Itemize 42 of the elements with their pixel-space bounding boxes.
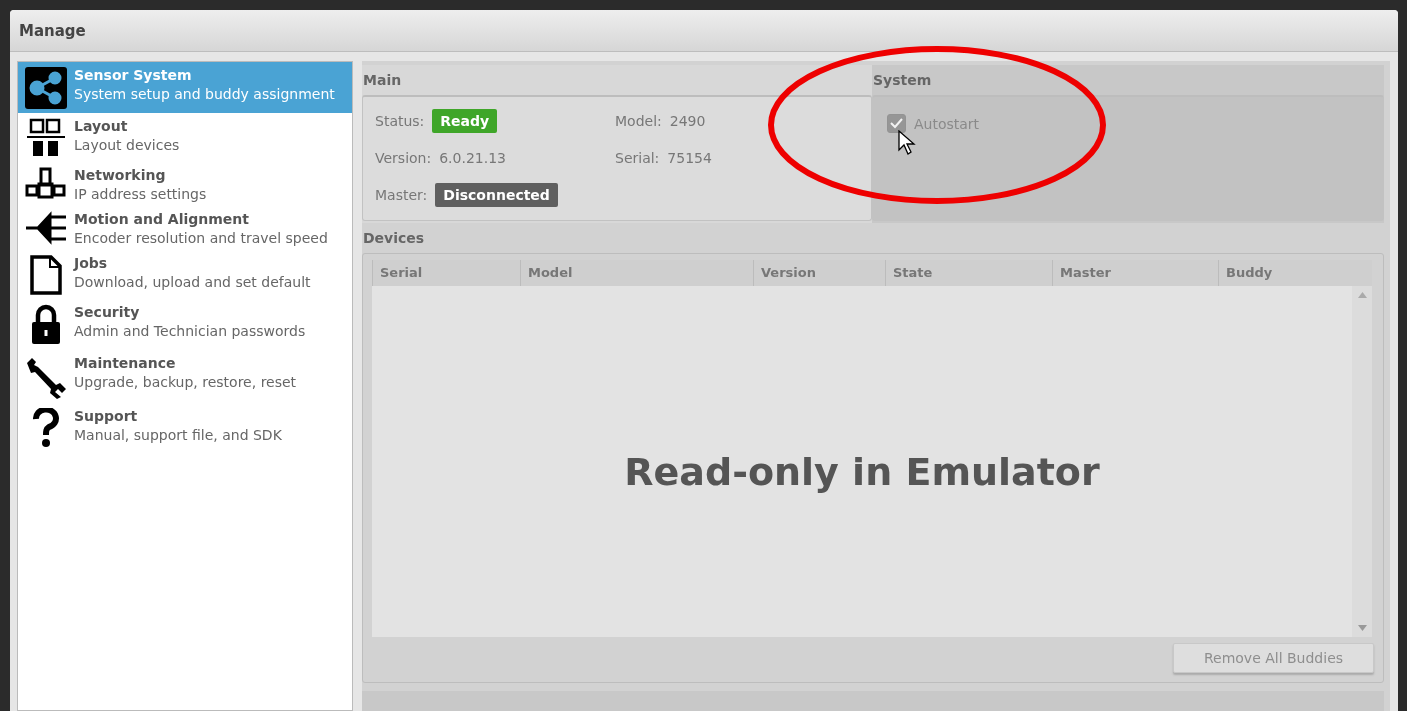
field-value: 6.0.21.13 (439, 150, 506, 166)
section-heading: Devices (362, 229, 426, 248)
share-icon (25, 67, 67, 109)
network-icon (25, 167, 67, 201)
column-header[interactable]: Master (1052, 260, 1218, 286)
field-label: Status: (375, 113, 425, 129)
section-heading: Main (362, 71, 403, 90)
sidebar-item[interactable]: Support Manual, support file, and SDK (18, 403, 352, 452)
sidebar-item[interactable]: Sensor System System setup and buddy assignment (18, 62, 352, 113)
scroll-down-icon[interactable] (1357, 625, 1367, 631)
wrench-icon (24, 355, 68, 399)
column-header[interactable]: State (885, 260, 1052, 286)
status-badge: Disconnected (435, 183, 558, 207)
window-title: Manage (19, 21, 86, 40)
sidebar-item[interactable]: Motion and Alignment Encoder resolution and travel speed (18, 206, 352, 250)
column-header[interactable]: Model (520, 260, 753, 286)
plug-icon (24, 211, 68, 245)
field-label: Master: (375, 187, 428, 203)
question-icon (31, 408, 61, 448)
status-badge: Ready (432, 109, 498, 133)
scrollbar[interactable] (1352, 286, 1372, 637)
layout-icon (26, 118, 66, 158)
read-only-message: Read-only in Emulator (624, 449, 1100, 494)
sidebar-item[interactable]: Security Admin and Technician passwords (18, 299, 352, 350)
sidebar-item[interactable]: Networking IP address settings (18, 162, 352, 206)
field-value: 75154 (667, 150, 712, 166)
field-value: 2490 (669, 113, 706, 129)
column-header[interactable]: Serial (372, 260, 520, 286)
cursor-icon (898, 130, 916, 156)
sidebar-item[interactable]: Maintenance Upgrade, backup, restore, reset (18, 350, 352, 403)
checkbox-label: Autostart (914, 115, 980, 132)
field-label: Version: (375, 150, 432, 166)
sidebar-item[interactable]: Layout Layout devices (18, 113, 352, 162)
column-header[interactable]: Buddy (1218, 260, 1350, 286)
document-icon (29, 255, 63, 295)
lock-icon (30, 304, 62, 346)
sidebar-item[interactable]: Jobs Download, upload and set default (18, 250, 352, 299)
scroll-up-icon[interactable] (1357, 292, 1367, 298)
column-header[interactable]: Version (753, 260, 885, 286)
field-label: Serial: (615, 150, 660, 166)
section-heading: System (872, 71, 933, 90)
field-label: Model: (615, 113, 662, 129)
